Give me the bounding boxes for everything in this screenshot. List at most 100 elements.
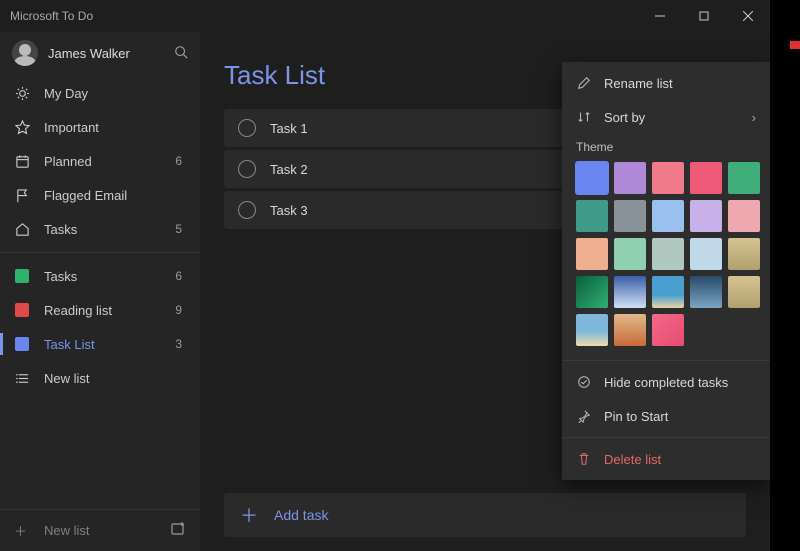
sidebar-item-reading-list[interactable]: Reading list 9 [0,293,200,327]
menu-rename[interactable]: Rename list [562,66,770,100]
sidebar-item-label: Important [44,120,99,135]
theme-color-swatch[interactable] [652,238,684,270]
theme-photo-swatch[interactable] [728,238,760,270]
app-title: Microsoft To Do [10,9,93,23]
menu-delete[interactable]: Delete list [562,442,770,476]
menu-label: Sort by [604,110,645,125]
sidebar-item-flagged-email[interactable]: Flagged Email [0,178,200,212]
theme-photo-swatch[interactable] [652,276,684,308]
list-color-icon [14,302,30,318]
theme-photo-swatch[interactable] [690,276,722,308]
sidebar-item-count: 6 [175,154,186,168]
plus-icon: ＋ [240,502,258,528]
menu-label: Rename list [604,76,673,91]
task-checkbox[interactable] [238,119,256,137]
task-checkbox[interactable] [238,201,256,219]
add-group-icon[interactable] [170,521,186,540]
maximize-button[interactable] [682,0,726,32]
trash-icon [576,451,592,467]
sidebar-item-label: Task List [44,337,95,352]
list-options-menu: Rename list Sort by › Theme Hide complet… [562,62,770,480]
main-pane: Task List Task 1 Task 2 Task 3 ＋ Add tas… [200,0,770,551]
add-task-row[interactable]: ＋ Add task [224,493,746,537]
menu-hide-completed[interactable]: Hide completed tasks [562,365,770,399]
sidebar-divider [0,252,200,253]
sidebar-item-label: My Day [44,86,88,101]
flag-icon [14,187,30,203]
theme-color-swatch[interactable] [690,200,722,232]
add-list-label: New list [44,523,90,538]
theme-color-swatch[interactable] [690,162,722,194]
menu-label: Pin to Start [604,409,668,424]
theme-photo-swatch[interactable] [614,314,646,346]
theme-photo-swatch[interactable] [576,314,608,346]
menu-theme-label: Theme [562,134,770,158]
menu-pin[interactable]: Pin to Start [562,399,770,433]
task-title: Task 1 [270,121,308,136]
theme-photo-swatch[interactable] [614,276,646,308]
theme-color-swatch[interactable] [652,200,684,232]
title-bar: Microsoft To Do [0,0,770,32]
sidebar-item-count: 6 [175,269,186,283]
theme-color-swatch[interactable] [614,200,646,232]
theme-color-swatch[interactable] [690,238,722,270]
theme-photo-swatch[interactable] [576,276,608,308]
sidebar-item-label: Planned [44,154,92,169]
theme-color-swatch[interactable] [576,162,608,194]
theme-grid [562,158,770,356]
menu-label: Delete list [604,452,661,467]
add-list-row[interactable]: ＋ New list [0,509,200,551]
sidebar-item-new-list[interactable]: New list [0,361,200,395]
app-window: Microsoft To Do James Walker My Day Impo… [0,0,770,551]
sidebar-item-planned[interactable]: Planned 6 [0,144,200,178]
sort-icon [576,109,592,125]
list-color-icon [14,268,30,284]
sidebar-item-my-day[interactable]: My Day [0,76,200,110]
check-circle-icon [576,374,592,390]
task-checkbox[interactable] [238,160,256,178]
search-icon[interactable] [174,45,188,62]
chevron-right-icon: › [752,110,756,125]
home-icon [14,221,30,237]
sidebar-item-count: 5 [175,222,186,236]
theme-color-swatch[interactable] [576,200,608,232]
menu-sort[interactable]: Sort by › [562,100,770,134]
close-button[interactable] [726,0,770,32]
theme-photo-swatch[interactable] [652,314,684,346]
sidebar-item-label: Tasks [44,269,77,284]
theme-color-swatch[interactable] [652,162,684,194]
sidebar-item-label: Reading list [44,303,112,318]
theme-color-swatch[interactable] [614,162,646,194]
minimize-button[interactable] [638,0,682,32]
sun-icon [14,85,30,101]
window-controls [638,0,770,32]
add-task-label: Add task [274,507,328,523]
profile-row[interactable]: James Walker [0,34,200,76]
sidebar-item-label: Tasks [44,222,77,237]
sidebar-item-important[interactable]: Important [0,110,200,144]
theme-color-swatch[interactable] [614,238,646,270]
list-color-icon [14,336,30,352]
annotation-arrow [790,36,800,54]
list-icon [14,370,30,386]
theme-color-swatch[interactable] [728,200,760,232]
theme-color-swatch[interactable] [728,162,760,194]
theme-color-swatch[interactable] [576,238,608,270]
calendar-icon [14,153,30,169]
sidebar-item-tasks[interactable]: Tasks 6 [0,259,200,293]
sidebar-item-count: 3 [175,337,186,351]
sidebar: James Walker My Day Important Planned 6 … [0,0,200,551]
star-icon [14,119,30,135]
menu-separator [562,360,770,361]
list-title[interactable]: Task List [224,60,325,91]
task-title: Task 3 [270,203,308,218]
sidebar-item-tasks[interactable]: Tasks 5 [0,212,200,246]
menu-separator [562,437,770,438]
sidebar-item-task-list[interactable]: Task List 3 [0,327,200,361]
avatar [12,40,38,66]
sidebar-item-count: 9 [175,303,186,317]
pencil-icon [576,75,592,91]
theme-photo-swatch[interactable] [728,276,760,308]
sidebar-item-label: Flagged Email [44,188,127,203]
menu-label: Hide completed tasks [604,375,728,390]
